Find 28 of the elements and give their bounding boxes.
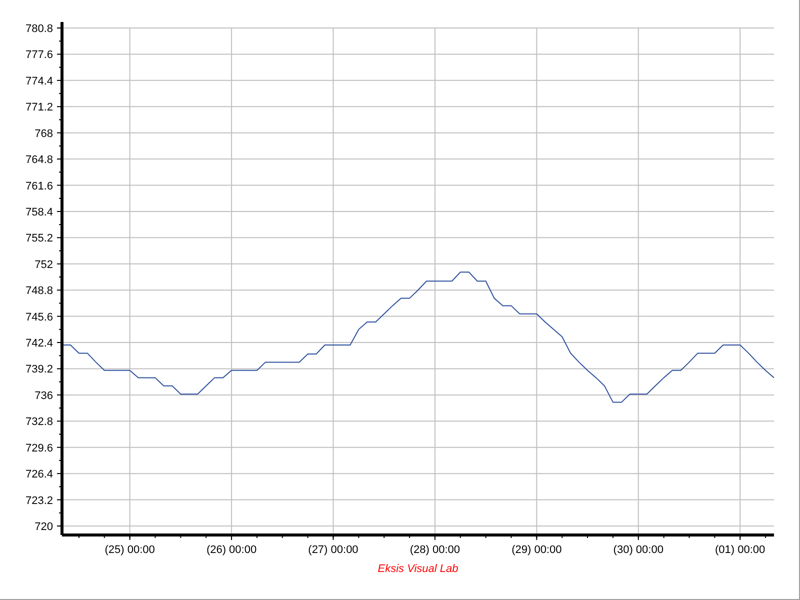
axis-tick-label: (30) 00:00 xyxy=(613,544,664,556)
axis-tick-label: (28) 00:00 xyxy=(410,544,460,556)
axis-tick-label: 729.6 xyxy=(25,442,53,454)
axis-tick-label: 780.8 xyxy=(25,23,53,35)
axis-tick-label: 774.4 xyxy=(25,75,53,88)
axis-tick-label: 745.6 xyxy=(25,311,53,324)
credit-label: Eksis Visual Lab xyxy=(378,563,458,575)
axis-tick-label: 764.8 xyxy=(25,154,53,166)
axis-tick-label: (27) 00:00 xyxy=(308,544,358,556)
axis-tick-label: 768 xyxy=(34,128,53,140)
axis-tick-label: 752 xyxy=(34,258,53,271)
axis-tick-label: (29) 00:00 xyxy=(512,544,562,556)
axis-tick-label: 739.2 xyxy=(25,364,53,376)
axis-tick-label: 720 xyxy=(34,521,53,533)
axis-tick-label: (26) 00:00 xyxy=(206,544,257,556)
axis-tick-label: 777.6 xyxy=(25,49,53,62)
axis-tick-label: (25) 00:00 xyxy=(104,544,155,556)
axis-tick-label: (01) 00:00 xyxy=(715,544,766,556)
axis-tick-label: 742.4 xyxy=(25,338,53,350)
axis-tick-label: 755.2 xyxy=(25,232,53,245)
axis-tick-label: 732.8 xyxy=(25,416,53,428)
axis-tick-label: 726.4 xyxy=(25,468,53,481)
axis-tick-label: 748.8 xyxy=(25,285,53,298)
axis-tick-label: 761.6 xyxy=(25,180,53,192)
axis-tick-label: 723.2 xyxy=(25,494,53,507)
axis-tick-label: 736 xyxy=(34,390,53,402)
axis-tick-label: 758.4 xyxy=(25,206,53,218)
axis-tick-label: 771.2 xyxy=(25,102,53,114)
